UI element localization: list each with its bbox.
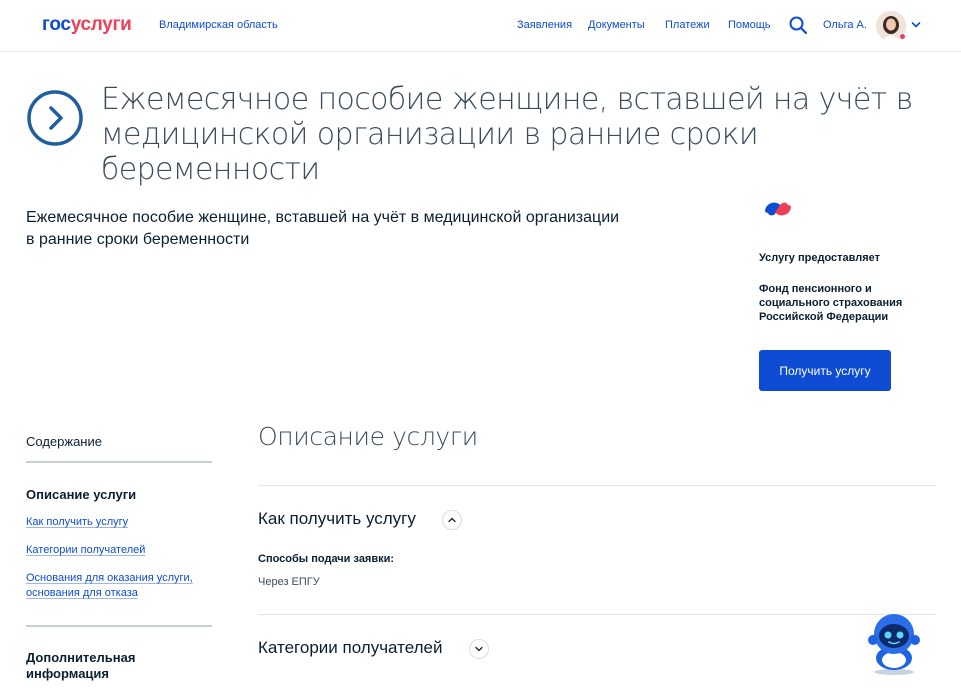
toc-link-recipient-categories[interactable]: Категории получателей — [26, 543, 216, 558]
region-selector[interactable]: Владимирская область — [159, 19, 278, 31]
chevron-right-circle-icon — [27, 90, 83, 146]
toc-item-additional-info[interactable]: Дополнительная информация — [26, 650, 206, 682]
notification-dot — [899, 33, 906, 40]
user-name[interactable]: Ольга А. — [823, 19, 867, 31]
nav-link-documents[interactable]: Документы — [588, 19, 645, 31]
toc-divider — [26, 461, 212, 463]
chevron-up-icon — [448, 517, 456, 523]
toc-heading: Содержание — [26, 434, 102, 449]
get-service-button[interactable]: Получить услугу — [759, 350, 891, 391]
chevron-down-icon — [475, 646, 483, 652]
toc-link-grounds[interactable]: Основания для оказания услуги, основания… — [26, 571, 216, 601]
submission-methods-label: Способы подачи заявки: — [258, 553, 395, 565]
robot-assistant-icon[interactable] — [862, 610, 926, 676]
accordion-toggle-how-to-get[interactable] — [442, 510, 462, 530]
divider — [258, 614, 936, 615]
accordion-toggle-recipient-categories[interactable] — [469, 639, 489, 659]
accordion-title-how-to-get[interactable]: Как получить услугу — [258, 509, 416, 529]
submission-method-value: Через ЕПГУ — [258, 576, 320, 588]
toc-link-how-to-get[interactable]: Как получить услугу — [26, 515, 216, 530]
toc-divider — [26, 625, 212, 627]
accordion-title-recipient-categories[interactable]: Категории получателей — [258, 638, 443, 658]
sfr-logo-icon — [765, 202, 791, 216]
gosuslugi-logo[interactable]: госуслуги — [42, 14, 132, 36]
toc-item-description[interactable]: Описание услуги — [26, 487, 136, 502]
divider — [258, 485, 936, 486]
section-title: Описание услуги — [258, 422, 478, 451]
nav-link-payments[interactable]: Платежи — [665, 19, 710, 31]
search-icon[interactable] — [788, 15, 808, 35]
site-header: госуслуги Владимирская область Заявления… — [0, 0, 961, 52]
provider-name: Фонд пенсионного и социального страхован… — [759, 283, 903, 323]
nav-link-applications[interactable]: Заявления — [517, 19, 572, 31]
chevron-down-icon[interactable] — [911, 20, 921, 30]
page-title: Ежемесячное пособие женщине, вставшей на… — [101, 82, 913, 187]
service-summary: Ежемесячное пособие женщине, вставшей на… — [26, 209, 620, 248]
nav-link-help[interactable]: Помощь — [728, 19, 771, 31]
provider-caption: Услугу предоставляет — [759, 252, 881, 264]
